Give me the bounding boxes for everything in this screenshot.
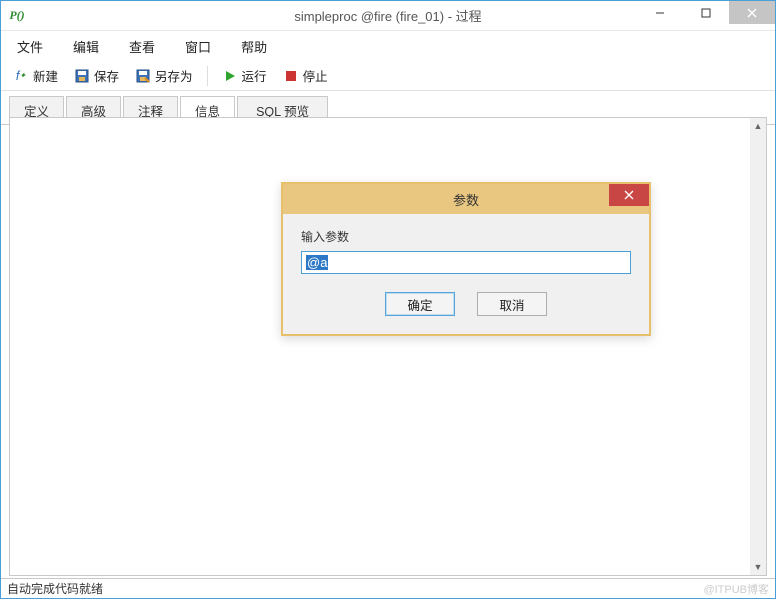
dialog-body: 输入参数 @a 确定 取消 xyxy=(283,214,649,334)
dialog-titlebar: 参数 xyxy=(283,184,649,214)
save-as-icon xyxy=(135,68,151,84)
dialog-title: 参数 xyxy=(453,190,479,209)
maximize-button[interactable] xyxy=(683,1,729,24)
save-label: 保存 xyxy=(94,66,119,85)
app-icon: P() xyxy=(9,8,25,24)
play-icon xyxy=(222,68,238,84)
stop-icon xyxy=(283,68,299,84)
dialog-close-button[interactable] xyxy=(609,184,649,206)
parameter-input[interactable]: @a xyxy=(301,251,631,274)
run-label: 运行 xyxy=(242,66,267,85)
close-icon xyxy=(747,8,757,18)
window-title: simpleproc @fire (fire_01) - 过程 xyxy=(294,6,481,25)
new-label: 新建 xyxy=(33,66,58,85)
close-button[interactable] xyxy=(729,1,775,24)
toolbar: f✦ 新建 保存 另存为 运行 停止 xyxy=(1,61,775,91)
maximize-icon xyxy=(701,8,711,18)
menu-window[interactable]: 窗口 xyxy=(173,33,223,60)
status-text: 自动完成代码就绪 xyxy=(7,580,103,597)
menu-help[interactable]: 帮助 xyxy=(229,33,279,60)
run-button[interactable]: 运行 xyxy=(216,64,273,87)
save-as-label: 另存为 xyxy=(155,66,193,85)
menu-edit[interactable]: 编辑 xyxy=(61,33,111,60)
new-button[interactable]: f✦ 新建 xyxy=(7,64,64,87)
window-titlebar: P() simpleproc @fire (fire_01) - 过程 xyxy=(1,1,775,31)
save-icon xyxy=(74,68,90,84)
dialog-button-row: 确定 取消 xyxy=(301,292,631,316)
cancel-button[interactable]: 取消 xyxy=(477,292,547,316)
menubar: 文件 编辑 查看 窗口 帮助 xyxy=(1,31,775,61)
minimize-icon xyxy=(655,8,665,18)
save-button[interactable]: 保存 xyxy=(68,64,125,87)
minimize-button[interactable] xyxy=(637,1,683,24)
stop-button[interactable]: 停止 xyxy=(277,64,334,87)
close-icon xyxy=(624,190,634,200)
parameter-input-value: @a xyxy=(306,255,328,270)
scroll-up-icon[interactable]: ▲ xyxy=(750,118,766,134)
watermark: @ITPUB博客 xyxy=(703,581,769,597)
window-controls xyxy=(637,1,775,30)
scroll-down-icon[interactable]: ▼ xyxy=(750,559,766,575)
toolbar-separator xyxy=(207,66,208,86)
menu-file[interactable]: 文件 xyxy=(5,33,55,60)
save-as-button[interactable]: 另存为 xyxy=(129,64,199,87)
stop-label: 停止 xyxy=(303,66,328,85)
menu-view[interactable]: 查看 xyxy=(117,33,167,60)
ok-button[interactable]: 确定 xyxy=(385,292,455,316)
statusbar: 自动完成代码就绪 @ITPUB博客 xyxy=(1,578,775,598)
parameter-dialog: 参数 输入参数 @a 确定 取消 xyxy=(281,182,651,336)
vertical-scrollbar[interactable]: ▲ ▼ xyxy=(750,118,766,575)
dialog-input-label: 输入参数 xyxy=(301,228,631,245)
function-new-icon: f✦ xyxy=(13,68,29,84)
